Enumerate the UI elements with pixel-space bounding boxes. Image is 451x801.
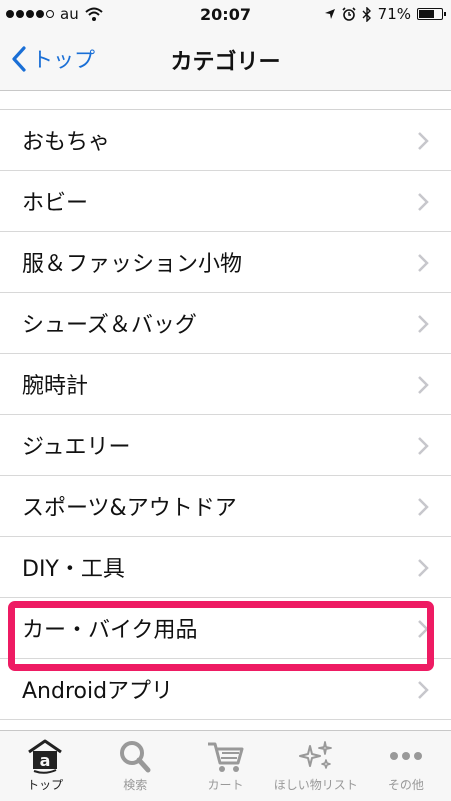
navigation-bar: トップ カテゴリー (0, 30, 451, 91)
amazon-home-icon: a (28, 739, 62, 774)
category-list: おもちゃ ホビー 服＆ファッション小物 シューズ＆バッグ 腕時計 ジュエリー ス… (0, 92, 451, 720)
page-title: カテゴリー (170, 50, 281, 75)
tab-search[interactable]: 検索 (90, 731, 180, 801)
bluetooth-icon (362, 6, 371, 22)
tab-label: その他 (387, 778, 424, 792)
category-label: スポーツ&アウトドア (22, 496, 237, 521)
chevron-right-icon (418, 681, 429, 699)
tab-cart[interactable]: カート (180, 731, 270, 801)
search-icon (120, 741, 151, 773)
category-item-car-bike[interactable]: カー・バイク用品 (0, 598, 451, 659)
alarm-icon (342, 7, 356, 21)
chevron-right-icon (418, 193, 429, 211)
category-item-diy-tools[interactable]: DIY・工具 (0, 537, 451, 598)
chevron-right-icon (418, 254, 429, 272)
category-label: カー・バイク用品 (22, 618, 198, 643)
chevron-right-icon (418, 498, 429, 516)
tab-more[interactable]: その他 (361, 731, 451, 801)
tab-bar: a トップ 検索 カート ほしい物リスト その他 (0, 730, 451, 801)
chevron-right-icon (418, 437, 429, 455)
svg-text:a: a (40, 751, 51, 770)
tab-label: ほしい物リスト (273, 778, 358, 792)
location-icon (324, 9, 335, 19)
category-label: 腕時計 (22, 374, 89, 399)
chevron-right-icon (418, 620, 429, 638)
battery-fill (419, 10, 434, 18)
category-label: 服＆ファッション小物 (22, 252, 243, 277)
battery-icon (417, 8, 446, 20)
category-label: ジュエリー (22, 435, 131, 460)
category-item-sports-outdoor[interactable]: スポーツ&アウトドア (0, 476, 451, 537)
category-label: Androidアプリ (22, 679, 174, 704)
category-item-shoes-bags[interactable]: シューズ＆バッグ (0, 293, 451, 354)
more-icon (389, 752, 422, 760)
status-bar: au 20:07 71% (0, 0, 451, 30)
category-item-jewelry[interactable]: ジュエリー (0, 415, 451, 476)
tab-label: 検索 (123, 778, 148, 792)
category-item-fashion[interactable]: 服＆ファッション小物 (0, 232, 451, 293)
category-label: シューズ＆バッグ (22, 313, 197, 338)
category-label: DIY・工具 (22, 557, 125, 582)
list-top-separator (0, 92, 451, 110)
sparkle-icon (298, 741, 332, 769)
category-item-android-apps[interactable]: Androidアプリ (0, 659, 451, 720)
category-label: ホビー (22, 191, 89, 216)
chevron-right-icon (418, 559, 429, 577)
chevron-right-icon (418, 315, 429, 333)
tab-label: カート (207, 778, 244, 792)
chevron-right-icon (418, 376, 429, 394)
category-item-toys[interactable]: おもちゃ (0, 110, 451, 171)
tab-wishlist[interactable]: ほしい物リスト (271, 731, 361, 801)
cart-icon (207, 742, 243, 772)
category-item-hobby[interactable]: ホビー (0, 171, 451, 232)
category-label: おもちゃ (22, 130, 111, 155)
tab-top[interactable]: a トップ (0, 731, 90, 801)
category-item-watches[interactable]: 腕時計 (0, 354, 451, 415)
status-right: 71% (324, 5, 446, 23)
tab-label: トップ (27, 778, 64, 792)
chevron-right-icon (418, 132, 429, 150)
battery-percent: 71% (377, 5, 411, 23)
